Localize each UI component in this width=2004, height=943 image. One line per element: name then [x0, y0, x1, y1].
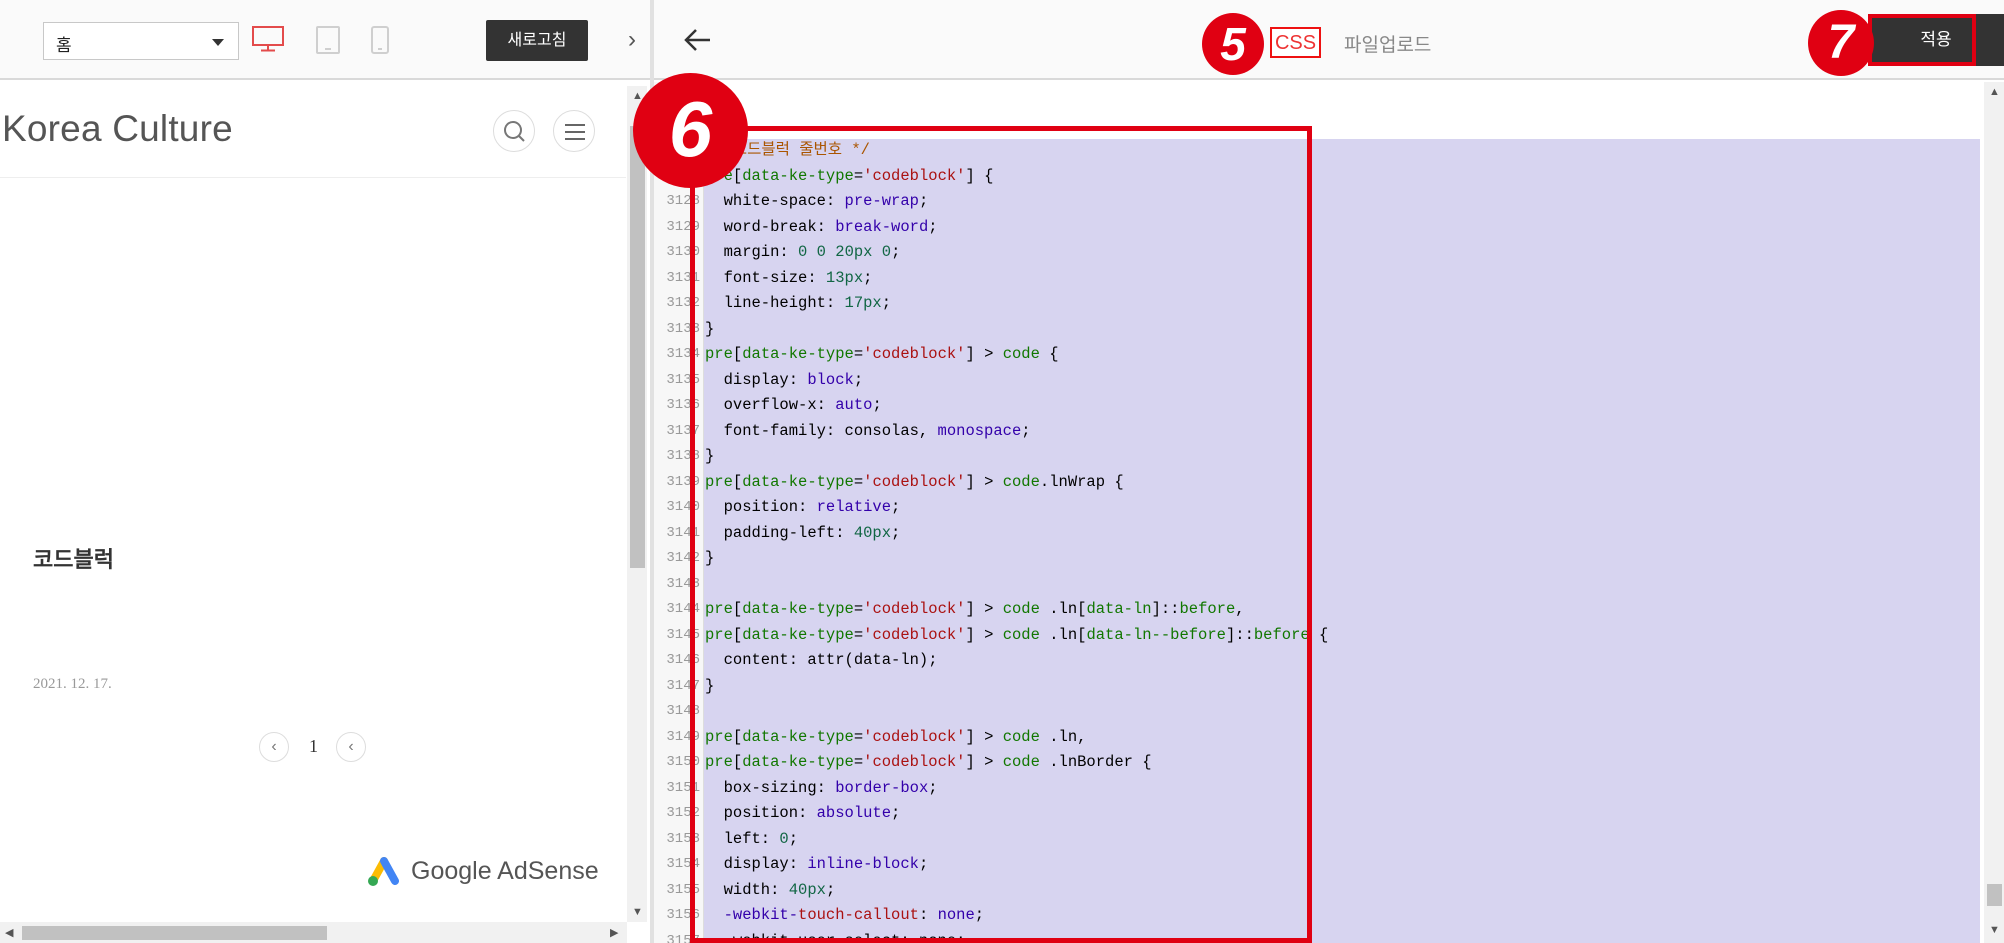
scroll-down-icon[interactable]: ▼ [1989, 924, 2000, 936]
pagination-current-page[interactable]: 1 [309, 736, 318, 757]
scrollbar-thumb[interactable] [1987, 884, 2002, 906]
chevron-down-icon [212, 39, 224, 46]
refresh-button[interactable]: 새로고침 [486, 20, 588, 61]
pagination-prev-button[interactable]: ‹ [259, 732, 289, 762]
editor-vertical-scrollbar[interactable]: ▲ ▼ [1984, 82, 2004, 943]
desktop-view-icon[interactable] [252, 26, 284, 57]
search-icon [504, 121, 525, 142]
adsense-logo: Google AdSense [365, 855, 599, 891]
scroll-up-icon[interactable]: ▲ [1989, 86, 2000, 98]
pagination-next-button[interactable]: ‹ [336, 732, 366, 762]
page-select-value: 홈 [56, 36, 72, 55]
tab-css[interactable]: CSS [1270, 27, 1321, 58]
back-button[interactable] [678, 20, 718, 60]
scrollbar-thumb[interactable] [630, 126, 645, 568]
preview-horizontal-scrollbar[interactable]: ◀ ▶ [0, 922, 627, 943]
mobile-view-icon[interactable] [371, 26, 389, 59]
page-select[interactable]: 홈 [43, 22, 239, 60]
preview-pane: 홈 새로고침 › Korea Culture 코드블럭 2021. 12. 17… [0, 0, 650, 943]
post-date: 2021. 12. 17. [33, 676, 112, 692]
hamburger-icon [565, 124, 585, 140]
scroll-left-icon[interactable]: ◀ [5, 926, 13, 939]
scroll-down-icon[interactable]: ▼ [632, 906, 643, 918]
post-title[interactable]: 코드블럭 [33, 542, 114, 574]
menu-button[interactable] [553, 110, 595, 152]
scrollbar-thumb[interactable] [22, 926, 327, 940]
annotation-badge-7: 7 [1808, 10, 1874, 76]
collapse-panel-icon[interactable]: › [618, 22, 646, 60]
annotation-badge-6: 6 [633, 73, 748, 188]
annotation-box-6 [690, 126, 1312, 943]
scroll-right-icon[interactable]: ▶ [610, 926, 618, 939]
header-divider [0, 177, 626, 178]
editor-toolbar: CSS 파일업로드 적용 [654, 0, 2004, 80]
preview-toolbar: 홈 새로고침 › [0, 0, 650, 80]
search-button[interactable] [493, 110, 535, 152]
preview-vertical-scrollbar[interactable]: ▲ ▼ [627, 86, 647, 922]
adsense-text: Google AdSense [411, 857, 599, 885]
tab-file-upload[interactable]: 파일업로드 [1344, 30, 1431, 57]
adsense-icon [368, 857, 399, 886]
annotation-badge-5: 5 [1202, 13, 1264, 75]
app-root: 홈 새로고침 › Korea Culture 코드블럭 2021. 12. 17… [0, 0, 2004, 943]
blog-preview: Korea Culture 코드블럭 2021. 12. 17. ‹ 1 ‹ G… [0, 82, 626, 924]
annotation-box-7 [1868, 14, 1976, 66]
tablet-view-icon[interactable] [316, 26, 340, 59]
arrow-left-icon [684, 29, 710, 51]
blog-title[interactable]: Korea Culture [2, 108, 233, 150]
